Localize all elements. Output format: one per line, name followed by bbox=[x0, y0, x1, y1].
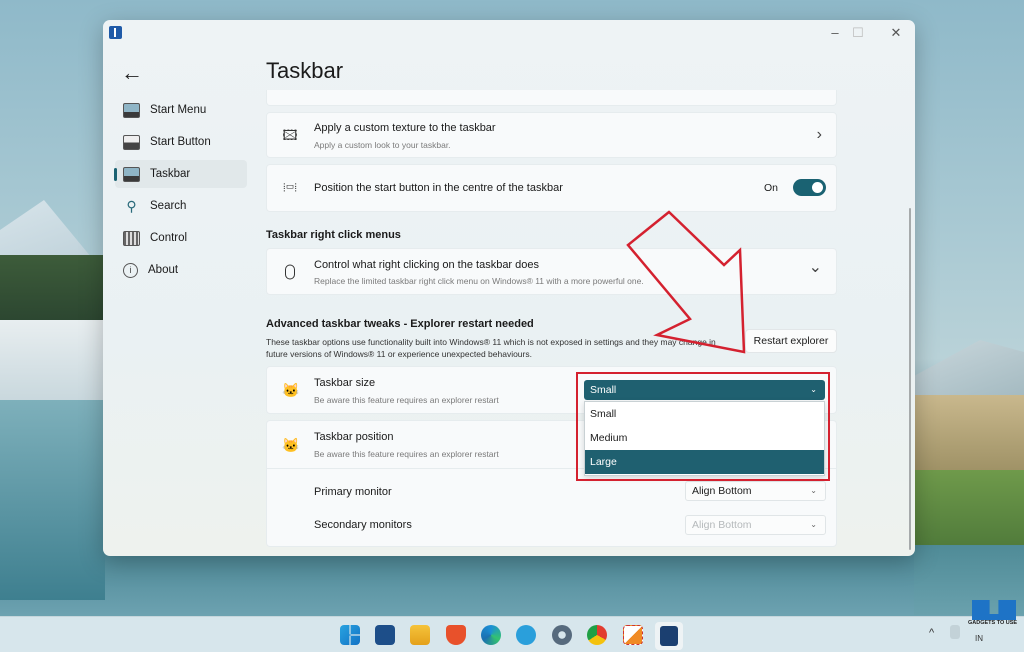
texture-card[interactable]: 🖾 Apply a custom texture to the taskbar … bbox=[266, 112, 837, 158]
app-window: – ☐ ✕ ← Start Menu Start Button Taskbar … bbox=[103, 20, 915, 556]
wallpaper-mountain-right bbox=[914, 340, 1024, 400]
taskbar-position-title: Taskbar position bbox=[314, 431, 394, 443]
file-explorer-icon[interactable] bbox=[410, 625, 430, 645]
sidebar-item-label: Taskbar bbox=[150, 168, 191, 180]
primary-monitor-value: Align Bottom bbox=[692, 485, 752, 497]
sidebar-item-label: Control bbox=[150, 232, 188, 244]
primary-monitor-label: Primary monitor bbox=[314, 486, 392, 498]
right-click-subtitle: Replace the limited taskbar right click … bbox=[314, 276, 644, 286]
telegram-icon[interactable] bbox=[516, 625, 536, 645]
wallpaper-water bbox=[0, 400, 105, 600]
sidebar-item-start-button[interactable]: Start Button bbox=[115, 128, 247, 156]
watermark-logo bbox=[972, 600, 1016, 620]
sidebar-item-start-menu[interactable]: Start Menu bbox=[115, 96, 247, 124]
tray-chevron-icon[interactable]: ^ bbox=[929, 627, 934, 639]
sidebar-item-taskbar[interactable]: Taskbar bbox=[114, 160, 247, 188]
tray-status-icon[interactable] bbox=[950, 625, 960, 639]
app-icon bbox=[109, 26, 122, 39]
active-app-slot[interactable] bbox=[655, 622, 683, 650]
secondary-monitors-value: Align Bottom bbox=[692, 519, 752, 531]
chevron-right-icon[interactable]: › bbox=[817, 126, 822, 144]
taskbar-icon bbox=[123, 166, 140, 182]
scrollbar[interactable] bbox=[909, 208, 911, 550]
settings-icon[interactable] bbox=[552, 625, 572, 645]
chevron-down-icon: ⌄ bbox=[810, 486, 817, 495]
primary-monitor-select[interactable]: Align Bottom ⌄ bbox=[685, 481, 826, 501]
sidebar-item-about[interactable]: i About bbox=[115, 256, 247, 284]
wallpaper-snow bbox=[0, 320, 105, 410]
annotation-highlight-box bbox=[576, 372, 830, 481]
info-icon: i bbox=[123, 262, 138, 278]
texture-subtitle: Apply a custom look to your taskbar. bbox=[314, 140, 451, 150]
wallpaper-trees bbox=[0, 255, 105, 325]
sidebar: Start Menu Start Button Taskbar ⚲ Search … bbox=[114, 96, 247, 288]
texture-title: Apply a custom texture to the taskbar bbox=[314, 122, 496, 134]
maximize-button[interactable]: ☐ bbox=[844, 23, 872, 43]
taskbar-position-subtitle: Be aware this feature requires an explor… bbox=[314, 449, 499, 459]
start-menu-icon bbox=[123, 102, 140, 118]
wallpaper-grass bbox=[914, 395, 1024, 475]
search-icon: ⚲ bbox=[126, 197, 137, 214]
close-button[interactable]: ✕ bbox=[882, 23, 910, 43]
snipping-tool-icon[interactable] bbox=[623, 625, 643, 645]
app-icon bbox=[660, 626, 678, 646]
toggle-label: On bbox=[764, 182, 779, 194]
image-icon: 🖾 bbox=[282, 127, 298, 143]
cat-icon: 🐱 bbox=[282, 437, 300, 453]
back-button[interactable]: ← bbox=[121, 60, 143, 86]
watermark-text: GADGETS TO USE bbox=[968, 620, 1018, 626]
edge-icon[interactable] bbox=[481, 625, 501, 645]
sidebar-item-label: About bbox=[148, 264, 179, 276]
wallpaper-field bbox=[914, 470, 1024, 550]
sidebar-item-search[interactable]: ⚲ Search bbox=[115, 192, 247, 220]
start-button-icon bbox=[123, 134, 140, 150]
secondary-monitors-label: Secondary monitors bbox=[314, 519, 412, 531]
sidebar-item-control[interactable]: Control bbox=[115, 224, 247, 252]
microsoft-store-icon[interactable] bbox=[375, 625, 395, 645]
sidebar-item-label: Start Button bbox=[150, 136, 211, 148]
chevron-down-icon: ⌄ bbox=[810, 520, 817, 529]
windows-start-icon[interactable] bbox=[340, 625, 360, 645]
restart-explorer-button[interactable]: Restart explorer bbox=[745, 329, 837, 353]
sidebar-item-label: Search bbox=[150, 200, 187, 212]
taskbar-size-title: Taskbar size bbox=[314, 377, 376, 389]
advanced-description: These taskbar options use functionality … bbox=[266, 337, 716, 359]
windows-taskbar: ^ IN bbox=[0, 616, 1024, 652]
sidebar-item-label: Start Menu bbox=[150, 104, 207, 116]
center-align-icon: ⦙▭⦙ bbox=[283, 182, 297, 194]
section-advanced: Advanced taskbar tweaks - Explorer resta… bbox=[266, 318, 534, 330]
taskbar-size-subtitle: Be aware this feature requires an explor… bbox=[314, 395, 499, 405]
secondary-monitors-select: Align Bottom ⌄ bbox=[685, 515, 826, 535]
cat-icon: 🐱 bbox=[282, 382, 300, 398]
mouse-icon bbox=[285, 264, 295, 279]
page-title: Taskbar bbox=[266, 58, 344, 83]
language-indicator[interactable]: IN bbox=[975, 634, 983, 643]
watermark: GADGETS TO USE bbox=[968, 600, 1022, 630]
center-start-toggle[interactable] bbox=[793, 179, 826, 196]
center-start-title: Position the start button in the centre … bbox=[314, 182, 563, 194]
section-right-click: Taskbar right click menus bbox=[266, 229, 401, 241]
control-icon bbox=[123, 230, 140, 246]
right-click-card[interactable]: Control what right clicking on the taskb… bbox=[266, 248, 837, 295]
right-click-title: Control what right clicking on the taskb… bbox=[314, 259, 540, 271]
brave-icon[interactable] bbox=[446, 625, 466, 645]
center-start-card: ⦙▭⦙ Position the start button in the cen… bbox=[266, 164, 837, 212]
chevron-down-icon[interactable]: ⌄ bbox=[809, 257, 822, 277]
chrome-icon[interactable] bbox=[587, 625, 607, 645]
card-partial bbox=[266, 90, 837, 106]
